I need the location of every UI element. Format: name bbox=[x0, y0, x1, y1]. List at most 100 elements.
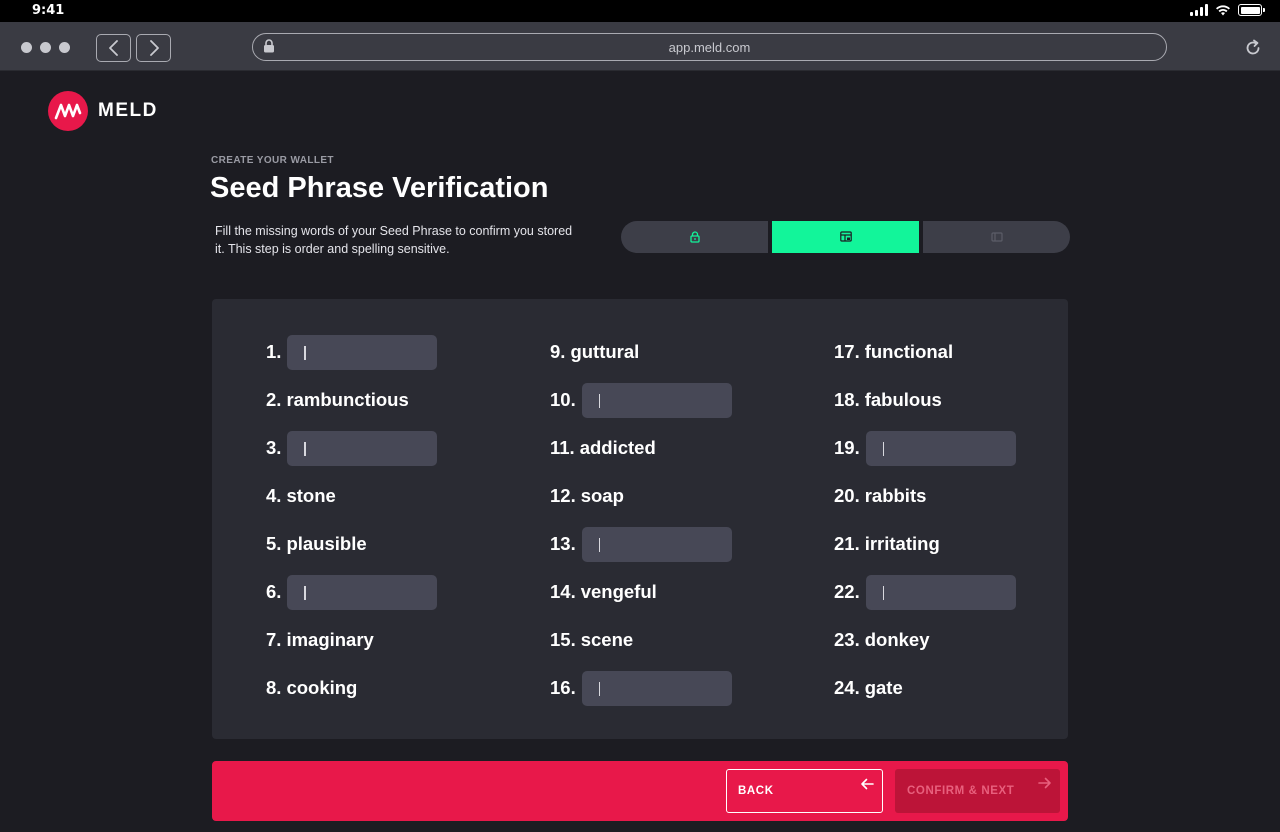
seed-word-number: 14. bbox=[550, 581, 576, 602]
seed-grid-icon bbox=[839, 231, 852, 242]
status-bar: 9:41 bbox=[0, 0, 1280, 22]
seed-word-number: 2. bbox=[266, 389, 282, 410]
seed-word-input-wrapper bbox=[581, 526, 732, 562]
confirm-next-label: CONFIRM & NEXT bbox=[907, 785, 1015, 797]
seed-word-missing: 22. bbox=[834, 574, 1016, 610]
brand-logo[interactable]: MELD bbox=[48, 91, 158, 131]
progress-stepper bbox=[621, 221, 1071, 253]
browser-toolbar: app.meld.com bbox=[0, 22, 1280, 71]
chevron-right-icon bbox=[149, 40, 159, 56]
brand-name: MELD bbox=[98, 100, 158, 121]
seed-word-text: plausible bbox=[286, 533, 367, 554]
seed-word-input-wrapper bbox=[581, 382, 732, 418]
seed-word-text: vengeful bbox=[580, 581, 657, 602]
seed-word-input[interactable] bbox=[287, 574, 438, 610]
arrow-right-icon bbox=[1038, 777, 1051, 789]
lock-icon bbox=[689, 231, 700, 243]
seed-word: 9. guttural bbox=[550, 334, 639, 370]
seed-word-input-wrapper bbox=[865, 574, 1016, 610]
page-description: Fill the missing words of your Seed Phra… bbox=[215, 224, 573, 256]
wallet-icon bbox=[990, 232, 1003, 242]
seed-word: 21. irritating bbox=[834, 526, 940, 562]
seed-word-input[interactable] bbox=[287, 430, 438, 466]
seed-word-input-wrapper bbox=[287, 430, 438, 466]
text-caret bbox=[882, 441, 885, 456]
seed-word: 11. addicted bbox=[550, 430, 656, 466]
seed-word: 20. rabbits bbox=[834, 478, 926, 514]
seed-word-text: functional bbox=[864, 341, 954, 362]
seed-word: 8. cooking bbox=[266, 670, 357, 706]
meld-logo-icon bbox=[48, 91, 88, 131]
seed-word-number: 3. bbox=[266, 437, 282, 458]
seed-word: 12. soap bbox=[550, 478, 624, 514]
seed-word: 14. vengeful bbox=[550, 574, 657, 610]
seed-word: 7. imaginary bbox=[266, 622, 374, 658]
seed-word-input[interactable] bbox=[581, 670, 732, 706]
battery-icon bbox=[1238, 4, 1265, 16]
seed-word-number: 4. bbox=[266, 485, 282, 506]
back-nav-button[interactable] bbox=[96, 34, 131, 62]
seed-phrase-panel: 1. 2. rambunctious 3. 4. stone 5. plausible 6. 7.… bbox=[212, 299, 1068, 739]
seed-word-text: guttural bbox=[570, 341, 640, 362]
chevron-left-icon bbox=[108, 40, 118, 56]
address-bar[interactable]: app.meld.com bbox=[252, 33, 1167, 61]
back-button[interactable]: BACK bbox=[726, 769, 883, 813]
seed-word-missing: 13. bbox=[550, 526, 732, 562]
step-secure bbox=[621, 221, 768, 253]
seed-word: 17. functional bbox=[834, 334, 953, 370]
seed-word-text: soap bbox=[580, 485, 624, 506]
seed-word-text: gate bbox=[864, 677, 903, 698]
seed-word: 18. fabulous bbox=[834, 382, 942, 418]
seed-word-text: fabulous bbox=[864, 389, 942, 410]
step-wallet bbox=[923, 221, 1070, 253]
seed-word-input[interactable] bbox=[865, 574, 1016, 610]
seed-word-number: 7. bbox=[266, 629, 282, 650]
seed-word-number: 22. bbox=[834, 581, 860, 602]
forward-nav-button[interactable] bbox=[136, 34, 171, 62]
text-caret bbox=[304, 585, 306, 600]
seed-word: 5. plausible bbox=[266, 526, 367, 562]
url-text: app.meld.com bbox=[668, 39, 751, 55]
seed-word-input[interactable] bbox=[581, 382, 732, 418]
seed-word-number: 15. bbox=[550, 629, 576, 650]
seed-word-input[interactable] bbox=[581, 526, 732, 562]
seed-word-number: 17. bbox=[834, 341, 860, 362]
seed-word-number: 21. bbox=[834, 533, 860, 554]
back-button-label: BACK bbox=[738, 785, 774, 797]
seed-word-number: 11. bbox=[550, 437, 575, 458]
seed-word-number: 1. bbox=[266, 341, 282, 362]
seed-word-text: irritating bbox=[864, 533, 940, 554]
confirm-next-button[interactable]: CONFIRM & NEXT bbox=[895, 769, 1060, 813]
seed-word-number: 20. bbox=[834, 485, 860, 506]
text-caret bbox=[882, 585, 885, 600]
page-title: Seed Phrase Verification bbox=[210, 172, 549, 204]
seed-word-text: imaginary bbox=[286, 629, 374, 650]
window-dot-icon[interactable] bbox=[21, 42, 32, 53]
seed-word-missing: 6. bbox=[266, 574, 438, 610]
seed-word-missing: 19. bbox=[834, 430, 1016, 466]
text-caret bbox=[598, 537, 601, 552]
seed-word-missing: 1. bbox=[266, 334, 438, 370]
seed-word-number: 18. bbox=[834, 389, 860, 410]
window-dot-icon[interactable] bbox=[59, 42, 70, 53]
action-footer: BACK CONFIRM & NEXT bbox=[212, 761, 1068, 821]
seed-word-text: addicted bbox=[579, 437, 656, 458]
seed-word-number: 9. bbox=[550, 341, 566, 362]
seed-word-number: 12. bbox=[550, 485, 576, 506]
reload-icon[interactable] bbox=[1244, 39, 1262, 57]
seed-word-input[interactable] bbox=[865, 430, 1016, 466]
seed-word-number: 13. bbox=[550, 533, 576, 554]
text-caret bbox=[304, 441, 306, 456]
seed-word-text: scene bbox=[580, 629, 634, 650]
seed-word: 24. gate bbox=[834, 670, 903, 706]
seed-word: 15. scene bbox=[550, 622, 633, 658]
seed-word-number: 16. bbox=[550, 677, 576, 698]
seed-word-input[interactable] bbox=[287, 334, 438, 370]
step-verify bbox=[772, 221, 919, 253]
lock-icon bbox=[264, 39, 274, 53]
seed-word-input-wrapper bbox=[865, 430, 1016, 466]
window-dot-icon[interactable] bbox=[40, 42, 51, 53]
wifi-icon bbox=[1216, 5, 1230, 16]
seed-word-number: 23. bbox=[834, 629, 860, 650]
seed-word-number: 6. bbox=[266, 581, 282, 602]
